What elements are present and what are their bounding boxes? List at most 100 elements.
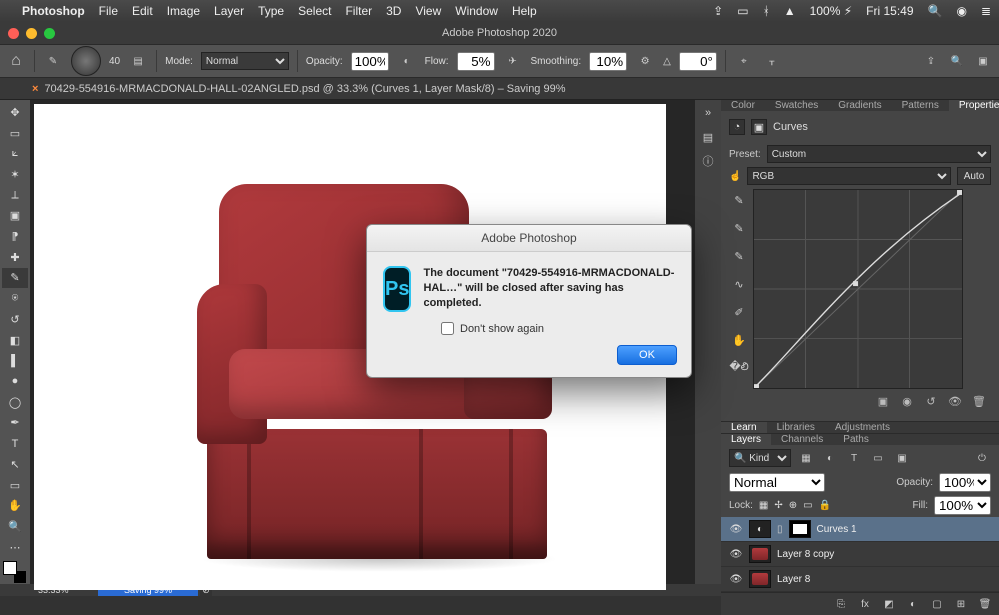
lock-all-icon[interactable]: ▦	[759, 500, 768, 511]
clock[interactable]: Fri 15:49	[866, 4, 913, 18]
menu-image[interactable]: Image	[167, 4, 200, 18]
edit-toolbar[interactable]: ⋯	[2, 537, 28, 558]
type-tool[interactable]: T	[2, 433, 28, 454]
tab-libraries[interactable]: Libraries	[767, 422, 825, 433]
layer-blend-mode[interactable]: Normal	[729, 473, 825, 492]
zoom-tool[interactable]: 🔍	[2, 516, 28, 537]
blend-mode-select[interactable]: Normal	[201, 52, 289, 70]
move-tool[interactable]: ✥	[2, 102, 28, 123]
filter-type-icon[interactable]: T	[845, 449, 863, 467]
tab-adjustments[interactable]: Adjustments	[825, 422, 900, 433]
adjustment-add-icon[interactable]: ◐	[905, 596, 921, 612]
layer-filter-kind[interactable]: 🔍 Kind	[729, 449, 791, 467]
menu-view[interactable]: View	[415, 4, 441, 18]
dont-show-again[interactable]: Don't show again	[367, 318, 691, 335]
marquee-tool[interactable]: ▭	[2, 123, 28, 144]
blur-tool[interactable]: ●	[2, 371, 28, 392]
wifi-icon[interactable]: ▲	[784, 4, 796, 18]
sampler-white-icon[interactable]: ✎	[728, 189, 750, 211]
layer-row[interactable]: 👁 Layer 8 copy	[721, 542, 999, 567]
auto-button[interactable]: Auto	[957, 167, 991, 185]
tab-gradients[interactable]: Gradients	[828, 100, 891, 111]
eyedropper-tool[interactable]: ⁋	[2, 226, 28, 247]
layer-name[interactable]: Layer 8	[777, 574, 810, 585]
visibility-icon[interactable]: 👁	[729, 574, 743, 585]
notification-center-icon[interactable]: ≣	[981, 4, 991, 18]
layer-name[interactable]: Curves 1	[817, 524, 857, 535]
smoothing-gear-icon[interactable]: ⚙	[635, 51, 655, 71]
home-button[interactable]: ⌂	[6, 51, 26, 71]
toggle-visibility-icon[interactable]: 👁	[947, 393, 963, 409]
layer-row[interactable]: 👁 ◐ ▯ Curves 1	[721, 517, 999, 542]
hand-tool[interactable]: ✋	[2, 495, 28, 516]
finger-icon[interactable]: ☝	[729, 171, 741, 182]
layer-name[interactable]: Layer 8 copy	[777, 549, 834, 560]
tab-patterns[interactable]: Patterns	[892, 100, 949, 111]
tab-layers[interactable]: Layers	[721, 434, 771, 445]
delete-adj-icon[interactable]: 🗑	[971, 393, 987, 409]
visibility-icon[interactable]: 👁	[729, 549, 743, 560]
channel-select[interactable]: RGB	[747, 167, 951, 185]
pressure-size-icon[interactable]: ⌖	[734, 51, 754, 71]
filter-smart-icon[interactable]: ▣	[893, 449, 911, 467]
info-panel-icon[interactable]: ⓘ	[697, 150, 719, 172]
hand-curve-icon[interactable]: ✋	[728, 329, 750, 351]
dont-show-checkbox[interactable]	[441, 322, 454, 335]
healing-tool[interactable]: ✚	[2, 247, 28, 268]
tab-properties[interactable]: Properties	[949, 100, 999, 111]
symmetry-icon[interactable]: ᚁ	[762, 51, 782, 71]
filter-adj-icon[interactable]: ◐	[821, 449, 839, 467]
mask-icon[interactable]: ▣	[751, 119, 767, 135]
display-icon[interactable]: ▭	[737, 4, 748, 18]
dodge-tool[interactable]: ◯	[2, 392, 28, 413]
link-layers-icon[interactable]: ⎘	[833, 596, 849, 612]
filter-pixel-icon[interactable]: ▦	[797, 449, 815, 467]
color-swatches[interactable]	[3, 561, 27, 584]
filter-shape-icon[interactable]: ▭	[869, 449, 887, 467]
mask-add-icon[interactable]: ◩	[881, 596, 897, 612]
menu-window[interactable]: Window	[455, 4, 498, 18]
histogram-icon[interactable]: �లి	[728, 357, 750, 379]
document-tab[interactable]: 70429-554916-MRMACDONALD-HALL-02ANGLED.p…	[44, 83, 565, 95]
new-layer-icon[interactable]: ⊞	[953, 596, 969, 612]
eraser-tool[interactable]: ◧	[2, 330, 28, 351]
spotlight-icon[interactable]: 🔍	[928, 4, 943, 18]
preset-select[interactable]: Custom	[767, 145, 991, 163]
crop-tool[interactable]: ⟂	[2, 185, 28, 206]
quick-select-tool[interactable]: ✶	[2, 164, 28, 185]
brush-preset-picker[interactable]	[71, 46, 101, 76]
history-panel-icon[interactable]: ▤	[697, 126, 719, 148]
ok-button[interactable]: OK	[617, 345, 677, 365]
menu-select[interactable]: Select	[298, 4, 331, 18]
battery-status[interactable]: 100% ⚡︎	[810, 4, 852, 18]
shape-tool[interactable]: ▭	[2, 475, 28, 496]
clone-tool[interactable]: ⍟	[2, 288, 28, 309]
share-icon[interactable]: ⇪	[921, 51, 941, 71]
smoothing-input[interactable]	[589, 52, 627, 71]
bluetooth-icon[interactable]: ᚼ	[763, 4, 770, 18]
lock-pixels-icon[interactable]: ⊕	[789, 500, 797, 511]
visibility-icon[interactable]: 👁	[729, 524, 743, 535]
menu-3d[interactable]: 3D	[386, 4, 401, 18]
search-icon[interactable]: 🔍	[947, 51, 967, 71]
menu-file[interactable]: File	[99, 4, 118, 18]
lock-pos-icon[interactable]: ✢	[774, 500, 782, 511]
opacity-pressure-icon[interactable]: ◐	[397, 51, 417, 71]
lock-icon[interactable]: 🔒	[819, 500, 831, 511]
menu-edit[interactable]: Edit	[132, 4, 153, 18]
brush-panel-toggle[interactable]: ▤	[128, 51, 148, 71]
menu-help[interactable]: Help	[512, 4, 537, 18]
brush-tool-indicator[interactable]: ✎	[43, 51, 63, 71]
tab-paths[interactable]: Paths	[833, 434, 879, 445]
history-brush-tool[interactable]: ↺	[2, 309, 28, 330]
sampler-gray-icon[interactable]: ✎	[728, 217, 750, 239]
mask-thumb[interactable]	[789, 520, 811, 538]
layer-fill[interactable]: 100%	[934, 496, 991, 515]
curves-graph[interactable]	[753, 189, 963, 389]
reset-icon[interactable]: ↺	[923, 393, 939, 409]
brush-tool[interactable]: ✎	[2, 268, 28, 289]
layer-opacity[interactable]: 100%	[939, 473, 991, 492]
flow-input[interactable]	[457, 52, 495, 71]
menu-filter[interactable]: Filter	[345, 4, 372, 18]
workspace-icon[interactable]: ▣	[973, 51, 993, 71]
